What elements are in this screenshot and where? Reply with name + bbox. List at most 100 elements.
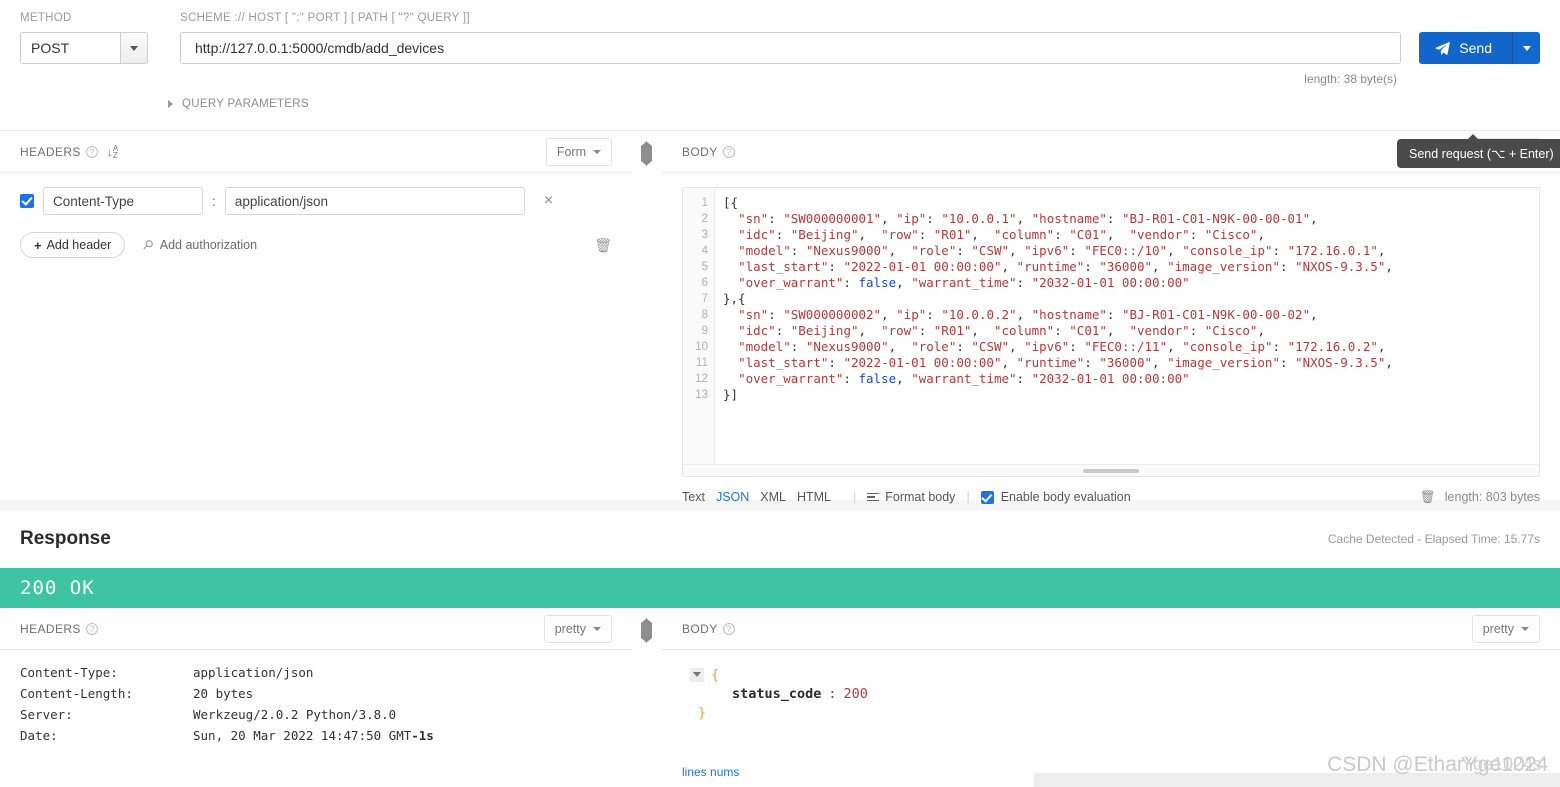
response-header-value: Sun, 20 Mar 2022 14:47:50 GMT [193,728,412,743]
editor-gutter: 1 2 3 4 5 6 7 8 9 10 11 12 13 [683,188,715,464]
request-panes: HEADERS ? ↓ A Z Form Content-Type : applic… [0,130,1560,505]
editor-line-number: 4 [701,245,708,257]
scrollbar-thumb[interactable] [1083,468,1139,473]
header-value-text: application/json [234,193,328,209]
send-button-label: Send [1459,40,1492,56]
response-header-key: Content-Length: [20,686,133,701]
collapse-response-right-pane-button[interactable] [646,618,652,643]
response-header-key: Server: [20,707,73,722]
response-header-value: application/json [193,665,314,680]
response-panel: Response Cache Detected - Elapsed Time: … [0,510,1560,787]
response-body-json-view: { status_code : 200 } [662,650,1560,722]
help-icon[interactable]: ? [85,622,98,635]
editor-code[interactable]: [{ "sn": "SW000000001", "ip": "10.0.0.1"… [715,188,1539,464]
editor-line: "sn": "SW000000002", "ip": "10.0.0.2", "… [738,307,1318,322]
enable-body-evaluation-label: Enable body evaluation [1000,490,1131,504]
format-option-html[interactable]: HTML [797,490,831,504]
response-body-header: BODY ? pretty [662,608,1560,650]
editor-line: },{ [723,291,746,306]
editor-line: "over_warrant": false, "warrant_time": "… [738,275,1190,290]
chevron-down-icon [593,149,601,154]
key-icon: ⚲ [139,235,158,254]
chevron-right-icon [168,100,173,108]
add-authorization-button[interactable]: ⚲ Add authorization [140,236,257,253]
request-body-length: length: 803 bytes [1444,490,1540,504]
delete-all-headers-icon[interactable]: 🗑 [594,237,612,254]
response-body-horizontal-scrollbar[interactable] [1034,773,1560,787]
editor-line: "idc": "Beijing", "row": "R01", "column"… [738,227,1265,242]
method-label: METHOD [20,12,72,24]
editor-line-number: 5 [701,261,708,273]
url-field-group: SCHEME :// HOST [ ":" PORT ] [ PATH [ "?… [180,12,1402,64]
editor-line: "sn": "SW000000001", "ip": "10.0.0.1", "… [738,211,1318,226]
method-value: POST [31,40,70,56]
json-open-line: { [690,665,1560,684]
pane-separator [632,130,662,502]
json-property-line: status_code : 200 [690,684,1560,703]
method-select[interactable]: POST [20,32,148,64]
response-panes: HEADERS ? pretty Content-Type: applicatio… [0,608,1560,787]
response-header-row: Content-Length: 20 bytes [20,683,612,704]
remove-header-icon[interactable]: × [544,193,553,209]
header-key-input[interactable]: Content-Type [43,187,203,215]
request-body-title: BODY [682,144,718,159]
response-header-row: Date: Sun, 20 Mar 2022 14:47:50 GMT -1s [20,725,612,746]
editor-horizontal-scrollbar[interactable] [683,464,1539,476]
editor-line: "idc": "Beijing", "row": "R01", "column"… [738,323,1265,338]
header-value-input[interactable]: application/json [224,187,525,215]
response-headers-pane: HEADERS ? pretty Content-Type: applicatio… [0,608,632,787]
response-header-row: Server: Werkzeug/2.0.2 Python/3.8.0 [20,704,612,725]
editor-line-number: 7 [701,293,708,305]
format-option-text[interactable]: Text [682,490,705,504]
enable-body-evaluation-toggle[interactable]: Enable body evaluation [980,490,1131,504]
method-field-group: METHOD POST [20,12,148,64]
request-url-bar: METHOD POST SCHEME :// HOST [ ":" PORT ]… [0,0,1560,64]
response-body-view-select[interactable]: pretty [1471,614,1540,643]
header-separator: : [212,193,216,209]
editor-line-number: 13 [695,389,708,401]
response-body-pane: BODY ? pretty { status_code : 200} line… [646,608,1560,787]
editor-line-number: 8 [701,309,708,321]
query-parameters-toggle[interactable]: QUERY PARAMETERS [0,98,1560,110]
response-headers-view-value: pretty [554,621,586,636]
response-header-key: Date: [20,728,58,743]
response-headers-title: HEADERS [20,621,81,636]
response-headers-table: Content-Type: application/json Content-Len… [0,650,632,746]
paper-plane-icon [1435,41,1451,55]
response-header-suffix: -1s [411,728,434,743]
format-option-json[interactable]: JSON [716,490,749,504]
format-body-button[interactable]: Format body [867,490,955,504]
response-body-view-value: pretty [1482,621,1514,636]
sort-az-icon[interactable]: ↓ A Z [107,144,118,159]
enable-body-evaluation-checkbox[interactable] [980,490,994,504]
plus-icon: + [34,237,42,253]
collapse-node-toggle[interactable] [690,667,704,682]
method-dropdown-button[interactable] [120,33,147,63]
format-option-xml[interactable]: XML [760,490,786,504]
response-headers-view-select[interactable]: pretty [543,614,612,643]
header-enabled-checkbox[interactable] [20,194,34,208]
help-icon[interactable]: ? [722,622,735,635]
send-button[interactable]: Send [1419,32,1512,64]
request-headers-title: HEADERS [20,144,81,159]
url-input[interactable]: http://127.0.0.1:5000/cmdb/add_devices [180,32,1402,64]
clear-body-icon[interactable]: 🗑 [1420,490,1436,505]
help-icon[interactable]: ? [722,145,735,158]
request-headers-view-select[interactable]: Form [545,137,612,166]
response-header-key: Content-Type: [20,665,118,680]
response-meta: Cache Detected - Elapsed Time: 15.77s [1327,532,1540,546]
help-icon[interactable]: ? [85,145,98,158]
send-options-button[interactable] [1512,32,1540,64]
response-header-value: 20 bytes [193,686,254,701]
json-close-brace: } [698,704,707,721]
lines-nums-toggle[interactable]: lines nums [682,765,739,779]
send-request-tooltip: Send request (⌥ + Enter) [1397,134,1560,168]
request-body-editor[interactable]: 1 2 3 4 5 6 7 8 9 10 11 12 13 [{ "sn": "SW000000001"… [682,187,1540,477]
editor-line: }] [723,387,739,402]
add-header-label: Add header [46,238,112,252]
collapse-right-pane-button[interactable] [646,141,652,166]
add-header-button[interactable]: + Add header [20,232,126,258]
editor-line: "last_start": "2022-01-01 00:00:00", "ru… [738,259,1393,274]
query-parameters-label: QUERY PARAMETERS [182,98,309,110]
editor-line-number: 11 [696,357,708,369]
